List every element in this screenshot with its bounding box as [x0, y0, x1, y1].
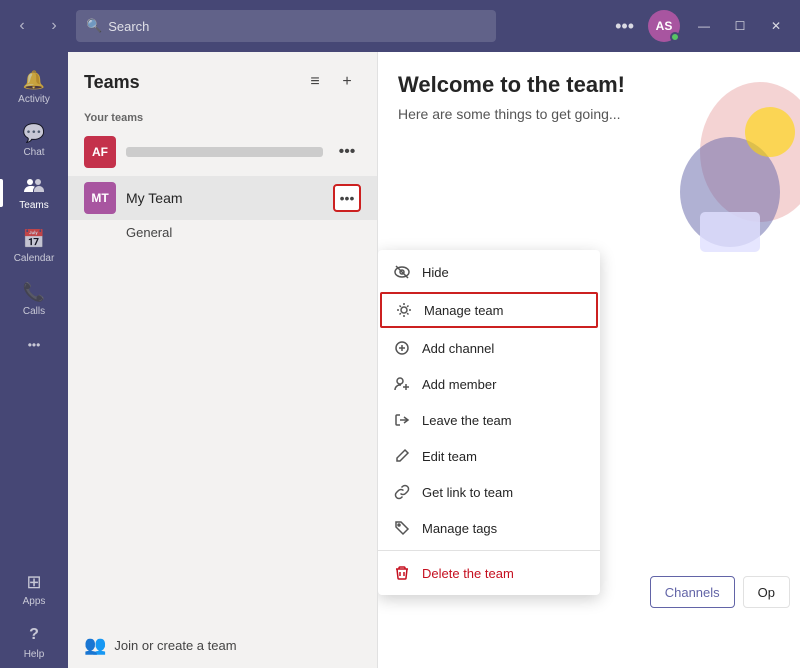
window-controls: — ☐ ✕	[688, 15, 792, 37]
sidebar-item-help[interactable]: ? Help	[0, 615, 68, 668]
illustration	[610, 72, 800, 272]
sidebar-label-calls: Calls	[23, 306, 45, 317]
menu-item-manage-tags[interactable]: Manage tags	[378, 510, 600, 546]
sidebar-label-apps: Apps	[23, 596, 46, 607]
manage-tags-label: Manage tags	[422, 521, 497, 536]
join-create-team-button[interactable]: 👥 Join or create a team	[68, 623, 377, 668]
teams-icon	[22, 174, 46, 198]
teams-panel: Teams ≡ + Your teams AF ••• MT My Team •…	[68, 52, 378, 668]
manage-team-icon	[394, 300, 414, 320]
team-mt-name: My Team	[126, 190, 323, 206]
menu-divider	[378, 550, 600, 551]
team-avatar-af: AF	[84, 136, 116, 168]
app-body: 🔔 Activity 💬 Chat Teams 📅 Calendar 📞	[0, 52, 800, 668]
add-member-icon	[392, 374, 412, 394]
hide-icon	[392, 262, 412, 282]
search-bar[interactable]: 🔍 Search	[76, 10, 496, 42]
sidebar-item-more[interactable]: •••	[0, 325, 68, 365]
nav-controls: ‹ ›	[8, 12, 68, 40]
calendar-icon: 📅	[22, 227, 46, 251]
sidebar-label-chat: Chat	[23, 147, 44, 158]
title-bar: ‹ › 🔍 Search ••• AS — ☐ ✕	[0, 0, 800, 52]
menu-item-edit-team[interactable]: Edit team	[378, 438, 600, 474]
activity-icon: 🔔	[22, 68, 46, 92]
menu-item-add-channel[interactable]: Add channel	[378, 330, 600, 366]
team-af-more-button[interactable]: •••	[333, 138, 361, 166]
avatar[interactable]: AS	[648, 10, 680, 42]
your-teams-label: Your teams	[68, 104, 377, 128]
teams-title: Teams	[84, 72, 293, 93]
channels-button[interactable]: Channels	[650, 576, 735, 608]
manage-tags-icon	[392, 518, 412, 538]
team-name-bar-af	[126, 147, 323, 157]
sidebar: 🔔 Activity 💬 Chat Teams 📅 Calendar 📞	[0, 52, 68, 668]
sidebar-item-chat[interactable]: 💬 Chat	[0, 113, 68, 166]
get-link-icon	[392, 482, 412, 502]
edit-team-label: Edit team	[422, 449, 477, 464]
menu-item-get-link[interactable]: Get link to team	[378, 474, 600, 510]
add-channel-icon	[392, 338, 412, 358]
help-icon: ?	[22, 623, 46, 647]
sidebar-item-calls[interactable]: 📞 Calls	[0, 272, 68, 325]
team-item-af[interactable]: AF •••	[68, 128, 377, 176]
teams-header-icons: ≡ +	[301, 68, 361, 96]
open-button[interactable]: Op	[743, 576, 790, 608]
join-icon: 👥	[84, 635, 106, 656]
sidebar-label-teams: Teams	[19, 200, 48, 211]
delete-team-label: Delete the team	[422, 566, 514, 581]
nav-back-button[interactable]: ‹	[8, 12, 36, 40]
edit-team-icon	[392, 446, 412, 466]
sidebar-item-apps[interactable]: ⊞ Apps	[0, 562, 68, 615]
get-link-label: Get link to team	[422, 485, 513, 500]
leave-team-icon	[392, 410, 412, 430]
menu-item-manage-team[interactable]: Manage team	[380, 292, 598, 328]
teams-header: Teams ≡ +	[68, 52, 377, 104]
more-options-button[interactable]: •••	[609, 12, 640, 41]
more-icon: •••	[22, 333, 46, 357]
search-placeholder: Search	[108, 19, 149, 34]
maximize-button[interactable]: ☐	[724, 15, 756, 37]
menu-item-hide[interactable]: Hide	[378, 254, 600, 290]
calls-icon: 📞	[22, 280, 46, 304]
sidebar-label-activity: Activity	[18, 94, 50, 105]
general-channel-label: General	[126, 225, 172, 240]
hide-label: Hide	[422, 265, 449, 280]
apps-icon: ⊞	[22, 570, 46, 594]
close-button[interactable]: ✕	[760, 15, 792, 37]
avatar-status	[670, 32, 680, 42]
leave-team-label: Leave the team	[422, 413, 512, 428]
general-channel-item[interactable]: General	[68, 220, 377, 245]
main-content: Welcome to the team! Here are some thing…	[378, 52, 800, 668]
sidebar-item-activity[interactable]: 🔔 Activity	[0, 60, 68, 113]
title-bar-right: ••• AS — ☐ ✕	[609, 10, 792, 42]
join-label: Join or create a team	[114, 638, 236, 653]
filter-button[interactable]: ≡	[301, 68, 329, 96]
add-member-label: Add member	[422, 377, 496, 392]
add-channel-label: Add channel	[422, 341, 494, 356]
sidebar-item-teams[interactable]: Teams	[0, 166, 68, 219]
team-item-mt[interactable]: MT My Team •••	[68, 176, 377, 220]
team-avatar-mt: MT	[84, 182, 116, 214]
search-icon: 🔍	[86, 18, 102, 34]
sidebar-label-calendar: Calendar	[14, 253, 55, 264]
avatar-initials: AS	[656, 19, 673, 33]
add-team-button[interactable]: +	[333, 68, 361, 96]
delete-team-icon	[392, 563, 412, 583]
context-menu: Hide Manage team	[378, 250, 600, 595]
chat-icon: 💬	[22, 121, 46, 145]
minimize-button[interactable]: —	[688, 15, 720, 37]
menu-item-leave-team[interactable]: Leave the team	[378, 402, 600, 438]
sidebar-item-calendar[interactable]: 📅 Calendar	[0, 219, 68, 272]
nav-forward-button[interactable]: ›	[40, 12, 68, 40]
manage-team-label: Manage team	[424, 303, 504, 318]
sidebar-label-help: Help	[24, 649, 45, 660]
menu-item-add-member[interactable]: Add member	[378, 366, 600, 402]
menu-item-delete-team[interactable]: Delete the team	[378, 555, 600, 591]
team-mt-more-button[interactable]: •••	[333, 184, 361, 212]
